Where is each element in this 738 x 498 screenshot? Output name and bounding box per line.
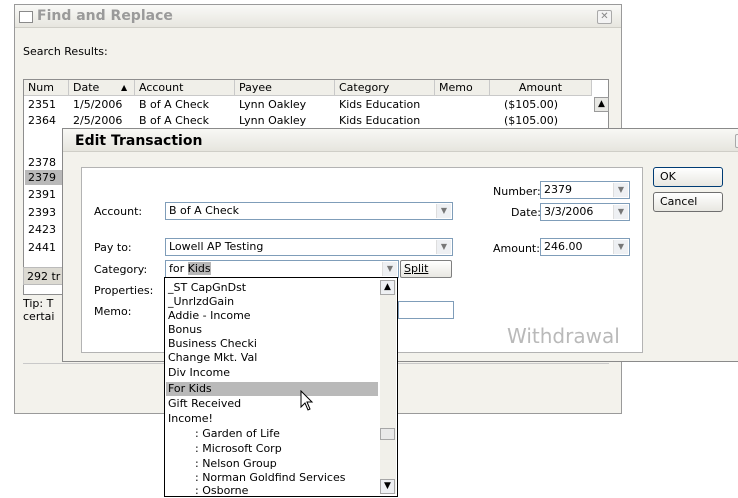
table-row-num[interactable]: 2423 <box>28 222 56 237</box>
chevron-down-icon[interactable]: ▼ <box>613 240 628 254</box>
category-label: Category: <box>94 263 148 276</box>
cell-account: B of A Check <box>139 114 210 127</box>
list-item[interactable]: Gift Received <box>168 397 241 411</box>
mouse-pointer-icon <box>300 390 314 411</box>
date-value: 3/3/2006 <box>544 205 594 218</box>
account-combo[interactable]: B of A Check ▼ <box>165 202 453 220</box>
table-row-num[interactable]: 2391 <box>28 187 56 202</box>
amount-combo[interactable]: 246.00 ▼ <box>540 238 630 256</box>
table-row[interactable]: 2351 1/5/2006 B of A Check Lynn Oakley K… <box>24 97 592 112</box>
scroll-up-icon[interactable]: ▲ <box>380 280 395 295</box>
find-replace-titlebar[interactable]: Find and Replace ✕ <box>15 5 621 28</box>
list-item[interactable]: : Microsoft Corp <box>195 442 282 456</box>
sort-ascending-icon: ▲ <box>121 83 128 92</box>
search-results-label: Search Results: <box>23 45 108 58</box>
number-value: 2379 <box>544 183 572 196</box>
column-header-payee[interactable]: Payee <box>235 80 335 96</box>
category-dropdown-list[interactable]: _ST CapGnDst _UnrlzdGain Addie - Income … <box>164 277 398 497</box>
list-item[interactable]: Div Income <box>168 366 230 380</box>
column-header-num[interactable]: Num <box>24 80 69 96</box>
column-header-category[interactable]: Category <box>335 80 435 96</box>
memo-label: Memo: <box>94 305 132 318</box>
list-item[interactable]: Bonus <box>168 323 202 337</box>
cell-date: 2/5/2006 <box>73 114 123 127</box>
scrollbar[interactable]: ▲ ▼ <box>380 280 396 494</box>
table-row-num[interactable]: 2378 <box>28 155 56 170</box>
account-value: B of A Check <box>169 204 240 217</box>
table-row-num[interactable]: 2393 <box>28 205 56 220</box>
chevron-down-icon[interactable]: ▼ <box>436 204 451 218</box>
table-row-num[interactable]: 2441 <box>28 240 56 255</box>
list-item[interactable]: Income! <box>168 412 213 426</box>
cell-account: B of A Check <box>139 98 210 111</box>
cancel-button[interactable]: Cancel <box>653 192 723 212</box>
properties-label: Properties: <box>94 284 154 297</box>
date-combo[interactable]: 3/3/2006 ▼ <box>540 203 630 221</box>
column-header-memo[interactable]: Memo <box>435 80 490 96</box>
list-item[interactable]: : Garden of Life <box>195 427 280 441</box>
list-item[interactable]: : Osborne <box>195 484 248 498</box>
edit-transaction-titlebar[interactable]: Edit Transaction ✕ <box>63 129 738 152</box>
scroll-up-icon[interactable]: ▲ <box>594 97 609 112</box>
category-value: for Kids <box>169 262 211 276</box>
table-row-num[interactable]: 2379 <box>28 170 56 185</box>
cell-amount: ($105.00) <box>504 98 559 111</box>
scrollbar-thumb[interactable] <box>380 428 395 440</box>
list-item[interactable]: Change Mkt. Val <box>168 351 257 365</box>
column-header-account[interactable]: Account <box>135 80 235 96</box>
category-combo[interactable]: for Kids ▼ <box>165 260 399 278</box>
account-label: Account: <box>94 205 143 218</box>
category-value-text: for <box>169 262 188 275</box>
list-item[interactable]: Addie - Income <box>168 309 251 323</box>
number-combo[interactable]: 2379 ▼ <box>540 181 630 199</box>
chevron-down-icon[interactable]: ▼ <box>382 262 397 276</box>
cell-category: Kids Education <box>339 98 421 111</box>
list-item[interactable]: Business Checki <box>168 337 257 351</box>
table-row[interactable]: 2364 2/5/2006 B of A Check Lynn Oakley K… <box>24 113 592 128</box>
list-item[interactable]: _ST CapGnDst <box>168 281 246 295</box>
amount-value: 246.00 <box>544 240 583 253</box>
payto-value: Lowell AP Testing <box>169 240 264 253</box>
column-header-amount[interactable]: Amount <box>490 80 592 96</box>
memo-input[interactable] <box>398 301 454 319</box>
cell-category: Kids Education <box>339 114 421 127</box>
cell-num: 2351 <box>28 98 56 111</box>
scroll-down-icon[interactable]: ▼ <box>380 479 395 494</box>
number-label: Number: <box>493 185 541 198</box>
split-button[interactable]: Split <box>400 260 452 278</box>
cell-date: 1/5/2006 <box>73 98 123 111</box>
payto-combo[interactable]: Lowell AP Testing ▼ <box>165 238 453 256</box>
category-selected-text: Kids <box>187 262 211 275</box>
column-header-date[interactable]: Date ▲ <box>69 80 135 96</box>
cell-payee: Lynn Oakley <box>239 98 307 111</box>
chevron-down-icon[interactable]: ▼ <box>613 183 628 197</box>
amount-label: Amount: <box>493 242 540 255</box>
chevron-down-icon[interactable]: ▼ <box>613 205 628 219</box>
list-item[interactable]: : Nelson Group <box>195 457 277 471</box>
list-item[interactable]: : Norman Goldfind Services <box>195 471 345 485</box>
transaction-type-watermark: Withdrawal <box>507 324 620 348</box>
date-label: Date: <box>511 206 541 219</box>
chevron-down-icon[interactable]: ▼ <box>436 240 451 254</box>
ok-button[interactable]: OK <box>653 167 723 187</box>
cell-payee: Lynn Oakley <box>239 114 307 127</box>
close-icon[interactable]: ✕ <box>597 10 612 24</box>
cell-num: 2364 <box>28 114 56 127</box>
window-icon <box>19 11 33 23</box>
payto-label: Pay to: <box>94 241 132 254</box>
cell-amount: ($105.00) <box>504 114 559 127</box>
list-item[interactable]: _UnrlzdGain <box>168 295 234 309</box>
find-replace-title: Find and Replace <box>37 8 173 24</box>
edit-transaction-title: Edit Transaction <box>75 133 203 149</box>
list-item-selected[interactable]: For Kids <box>168 382 212 396</box>
